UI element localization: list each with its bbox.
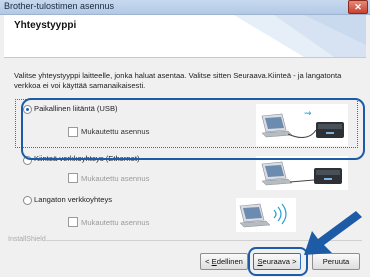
close-icon[interactable]: ✕ [348,0,368,14]
back-button[interactable]: < Edellinen [200,253,248,270]
pointer-arrow-icon [304,211,362,255]
radio-wireless[interactable] [23,196,32,205]
page-title: Yhteystyyppi [14,20,77,31]
custom-install-checkbox-ethernet [68,173,78,183]
option-wireless-label[interactable]: Langaton verkkoyhteys [34,195,112,204]
title-bar: Brother-tulostimen asennus ✕ [0,0,370,15]
wireless-connection-icon [236,198,296,232]
custom-install-label-wireless: Mukautettu asennus [81,218,150,227]
ethernet-connection-icon [256,156,348,190]
header-panel: Yhteystyyppi [4,15,366,58]
custom-install-label-ethernet: Mukautettu asennus [81,174,150,183]
installshield-label: InstallShield [8,236,46,243]
custom-install-checkbox-wireless [68,217,78,227]
instruction-text: Valitse yhteystyyppi laitteelle, jonka h… [14,71,342,90]
window-title: Brother-tulostimen asennus [4,1,115,11]
usb-option-highlight [21,98,365,160]
installer-window: Brother-tulostimen asennus ✕ Yhteystyypp… [0,0,370,277]
